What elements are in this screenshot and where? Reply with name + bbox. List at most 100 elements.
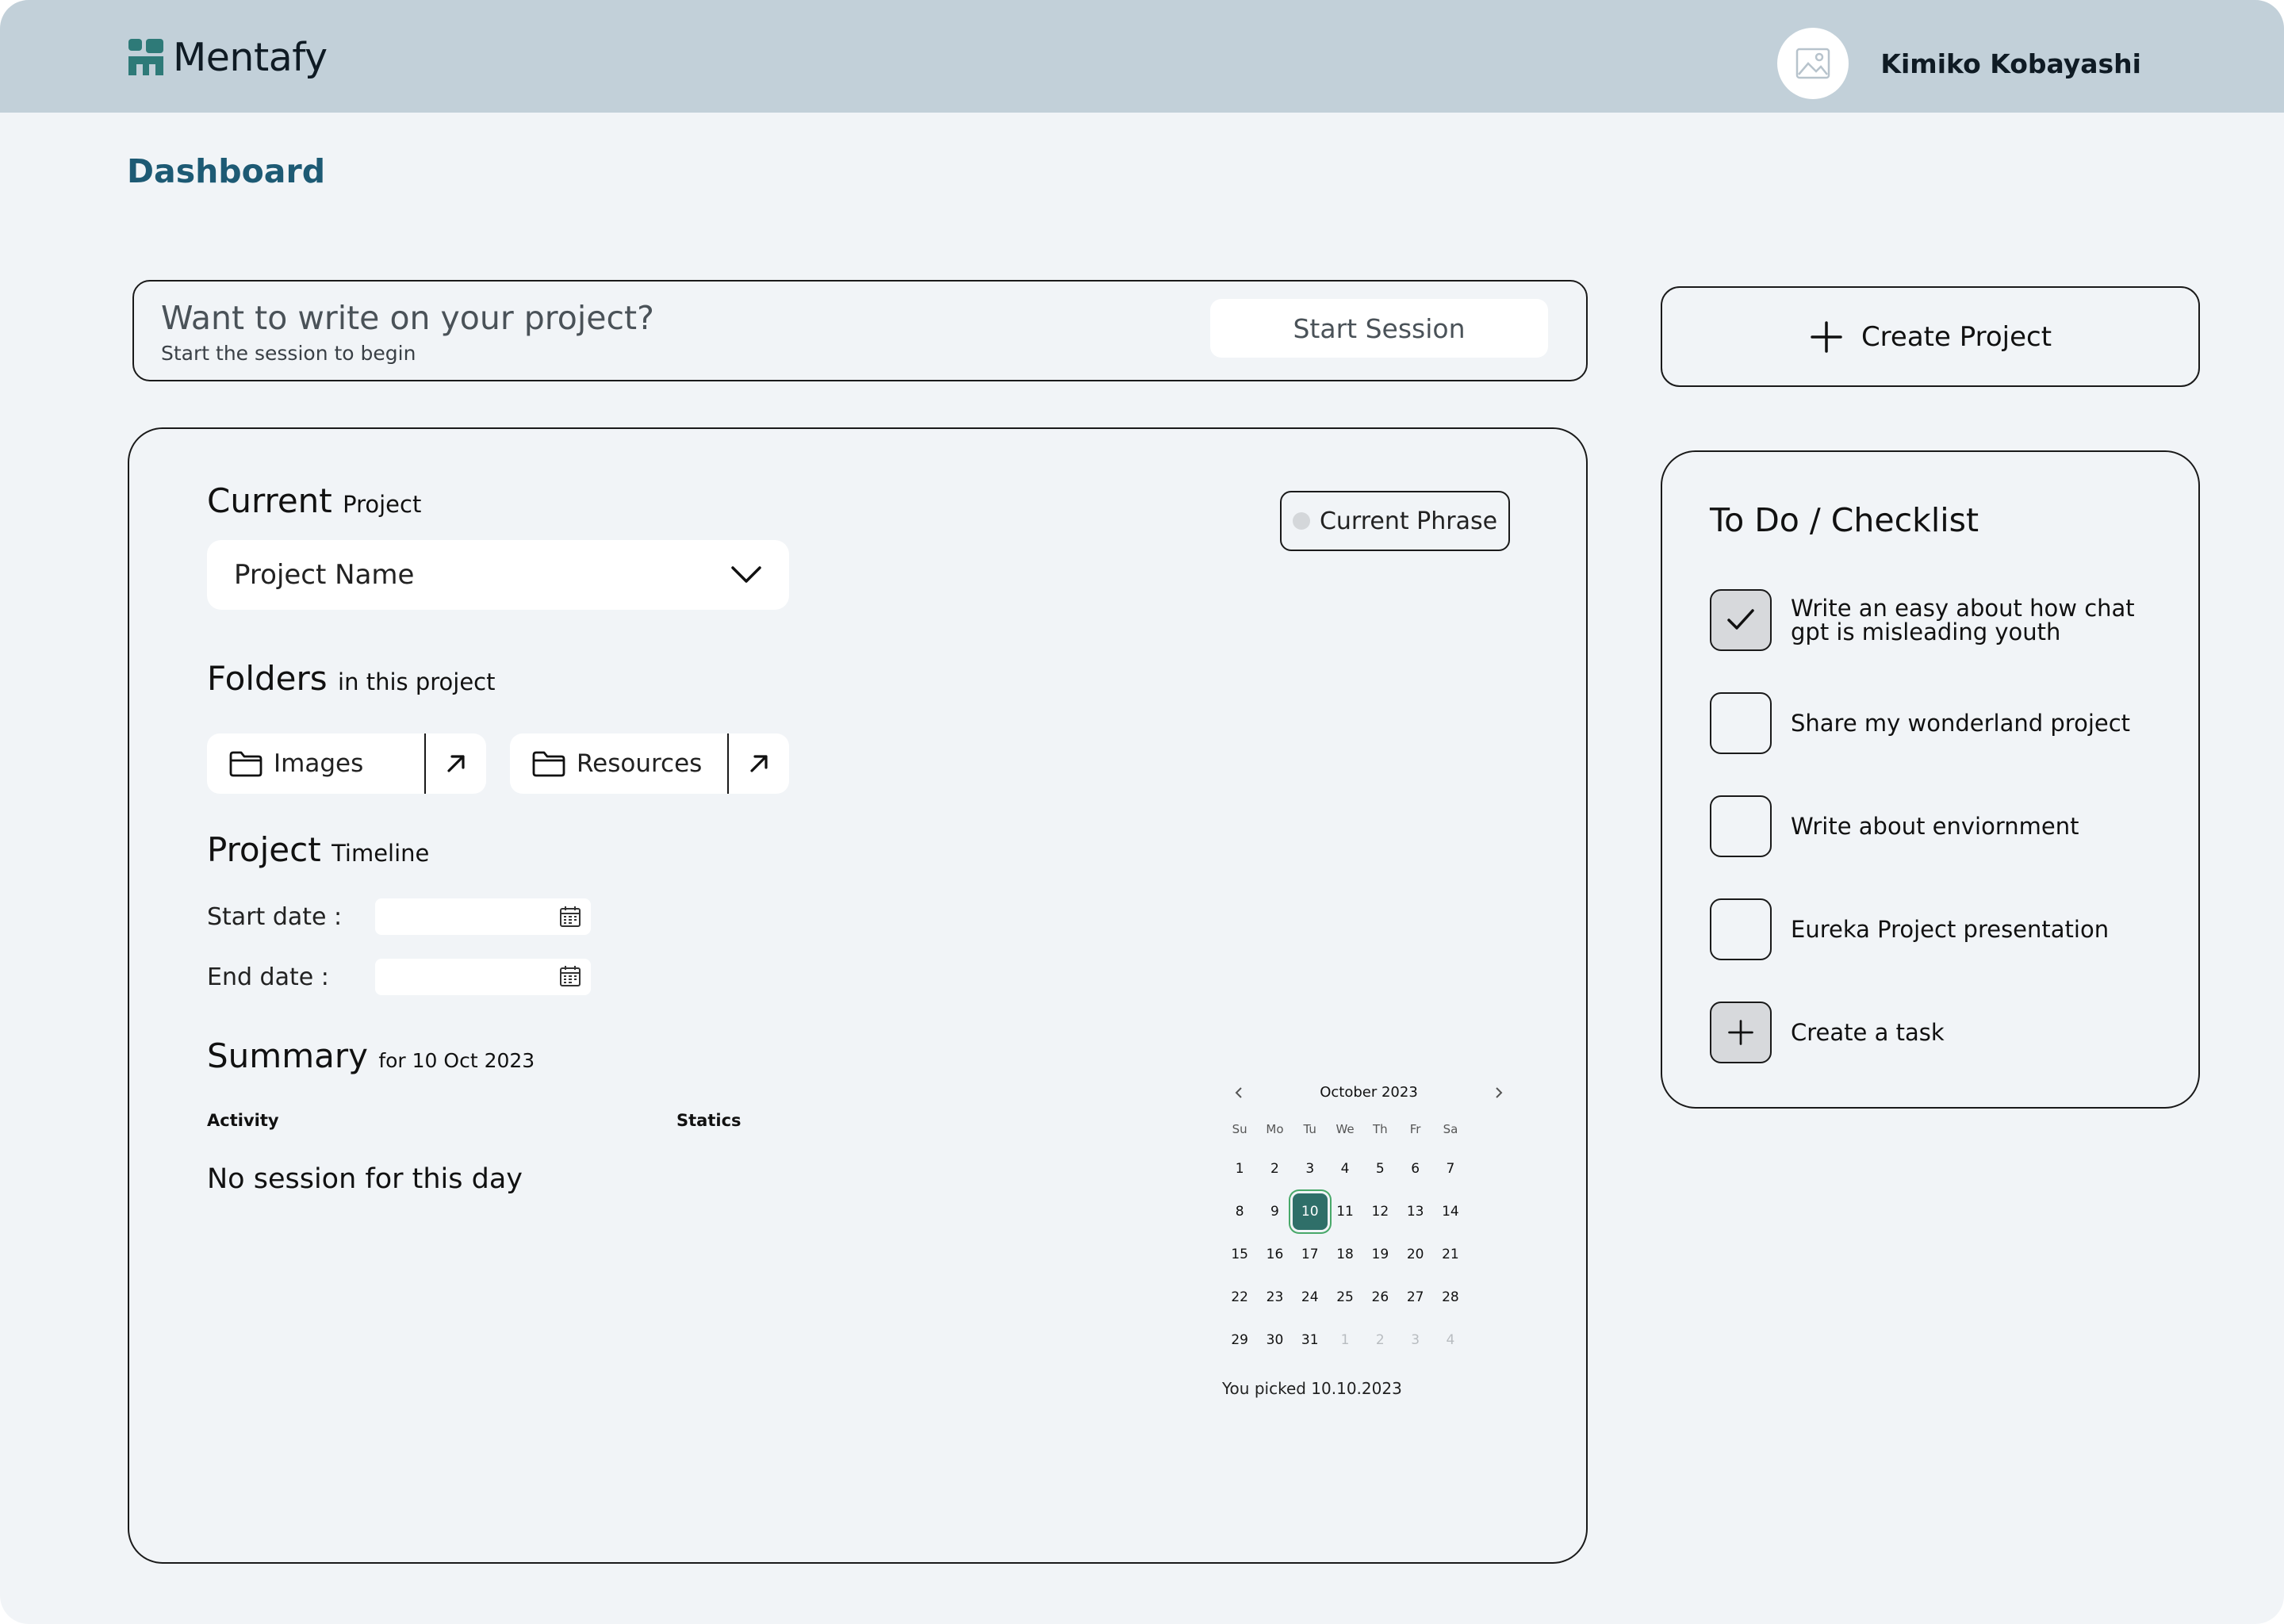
todo-item[interactable]: Write an easy about how chat gpt is misl… xyxy=(1710,588,2170,652)
calendar-day[interactable]: 11 xyxy=(1328,1190,1362,1233)
calendar-day[interactable]: 20 xyxy=(1397,1233,1432,1276)
calendar-day[interactable]: 3 xyxy=(1293,1147,1328,1190)
calendar-day-number: 5 xyxy=(1375,1161,1385,1177)
calendar-day[interactable]: 16 xyxy=(1257,1233,1292,1276)
app-name: Mentafy xyxy=(173,34,328,80)
calendar-day[interactable]: 1 xyxy=(1222,1147,1257,1190)
current-phrase-chip[interactable]: Current Phrase xyxy=(1280,491,1510,551)
calendar-day[interactable]: 26 xyxy=(1362,1276,1397,1319)
calendar-day-number: 23 xyxy=(1266,1289,1284,1305)
todo-checkbox[interactable] xyxy=(1710,589,1772,651)
calendar-day[interactable]: 23 xyxy=(1257,1276,1292,1319)
calendar-day[interactable]: 7 xyxy=(1433,1147,1468,1190)
open-folder-button[interactable] xyxy=(426,733,486,794)
create-project-button[interactable]: Create Project xyxy=(1661,286,2200,387)
folder-icon xyxy=(532,751,565,777)
calendar-day-number: 29 xyxy=(1231,1332,1248,1348)
calendar-day[interactable]: 21 xyxy=(1433,1233,1468,1276)
todo-item-label: Write an easy about how chat gpt is misl… xyxy=(1791,595,2135,645)
calendar-day-number: 2 xyxy=(1270,1161,1279,1177)
calendar-day-number: 15 xyxy=(1231,1247,1248,1262)
calendar-day-number: 22 xyxy=(1231,1289,1248,1305)
calendar-day[interactable]: 3 xyxy=(1397,1319,1432,1362)
calendar-day[interactable]: 2 xyxy=(1362,1319,1397,1362)
summary-heading: Summary for 10 Oct 2023 xyxy=(207,1036,535,1075)
folder-resources-link[interactable]: Resources xyxy=(510,733,702,794)
todo-item-label: Share my wonderland project xyxy=(1791,710,2131,737)
image-placeholder-icon xyxy=(1796,48,1830,79)
top-bar: Mentafy Kimiko Kobayashi xyxy=(0,0,2284,113)
calendar-day[interactable]: 27 xyxy=(1397,1276,1432,1319)
calendar-day-number: 30 xyxy=(1266,1332,1284,1348)
folder-resources[interactable]: Resources xyxy=(510,733,789,794)
calendar-day-number: 16 xyxy=(1266,1247,1284,1262)
app-window: Mentafy Kimiko Kobayashi Dashboard Want … xyxy=(0,0,2284,1624)
calendar-day[interactable]: 1 xyxy=(1328,1319,1362,1362)
calendar-day[interactable]: 15 xyxy=(1222,1233,1257,1276)
calendar-day[interactable]: 2 xyxy=(1257,1147,1292,1190)
folder-images-link[interactable]: Images xyxy=(207,733,363,794)
calendar-day-number: 28 xyxy=(1442,1289,1459,1305)
start-session-button[interactable]: Start Session xyxy=(1210,299,1548,358)
calendar-day[interactable]: 18 xyxy=(1328,1233,1362,1276)
calendar-day[interactable]: 31 xyxy=(1293,1319,1328,1362)
calendar-day[interactable]: 28 xyxy=(1433,1276,1468,1319)
calendar-day-number: 4 xyxy=(1340,1161,1350,1177)
calendar-day[interactable]: 9 xyxy=(1257,1190,1292,1233)
calendar-day[interactable]: 6 xyxy=(1397,1147,1432,1190)
calendar-day[interactable]: 4 xyxy=(1328,1147,1362,1190)
user-profile[interactable]: Kimiko Kobayashi xyxy=(1777,28,2141,99)
date-picker: October 2023 Su Mo Tu We Th Fr Sa 1 2 3 4 5 6 7 8 9 10 11… xyxy=(1222,1079,1516,1398)
calendar-day[interactable]: 30 xyxy=(1257,1319,1292,1362)
calendar-day[interactable]: 19 xyxy=(1362,1233,1397,1276)
folder-label: Resources xyxy=(577,749,703,778)
calendar-day[interactable]: 12 xyxy=(1362,1190,1397,1233)
calendar-day[interactable]: 13 xyxy=(1397,1190,1432,1233)
avatar[interactable] xyxy=(1777,28,1849,99)
phrase-status-dot xyxy=(1292,512,1310,530)
calendar-icon[interactable] xyxy=(559,965,581,987)
app-logo[interactable]: Mentafy xyxy=(127,32,328,82)
todo-item[interactable]: Write about enviornment xyxy=(1710,795,2170,858)
open-folder-button[interactable] xyxy=(729,733,789,794)
todo-item[interactable]: Share my wonderland project xyxy=(1710,691,2170,755)
empty-summary-message: No session for this day xyxy=(207,1163,523,1195)
calendar-day-number: 8 xyxy=(1235,1204,1244,1220)
calendar-header: October 2023 xyxy=(1222,1079,1516,1111)
calendar-day[interactable]: 29 xyxy=(1222,1319,1257,1362)
session-subtitle: Start the session to begin xyxy=(161,342,416,365)
calendar-day-number: 14 xyxy=(1442,1204,1459,1220)
calendar-day-selected[interactable]: 10 xyxy=(1292,1190,1328,1233)
calendar-day-number: 19 xyxy=(1371,1247,1389,1262)
folder-images[interactable]: Images xyxy=(207,733,486,794)
create-task-button[interactable]: Create a task xyxy=(1710,1001,2170,1064)
calendar-day[interactable]: 5 xyxy=(1362,1147,1397,1190)
calendar-day[interactable]: 25 xyxy=(1328,1276,1362,1319)
calendar-day[interactable]: 17 xyxy=(1293,1233,1328,1276)
todo-checkbox[interactable] xyxy=(1710,795,1772,857)
calendar-day[interactable]: 24 xyxy=(1293,1276,1328,1319)
next-month-button[interactable] xyxy=(1487,1081,1511,1105)
create-task-box[interactable] xyxy=(1710,1002,1772,1063)
todo-item[interactable]: Eureka Project presentation xyxy=(1710,898,2170,961)
calendar-day-number: 12 xyxy=(1371,1204,1389,1220)
calendar-picked-text: You picked 10.10.2023 xyxy=(1222,1379,1402,1398)
summary-heading-small: for 10 Oct 2023 xyxy=(378,1049,535,1072)
calendar-day[interactable]: 4 xyxy=(1433,1319,1468,1362)
todo-checkbox[interactable] xyxy=(1710,898,1772,960)
todo-checkbox[interactable] xyxy=(1710,692,1772,754)
calendar-day-number: 18 xyxy=(1336,1247,1354,1262)
plus-icon xyxy=(1728,1020,1753,1045)
calendar-day[interactable]: 8 xyxy=(1222,1190,1257,1233)
arrow-up-right-icon xyxy=(750,755,768,772)
current-project-heading-main: Current xyxy=(207,481,332,520)
calendar-day[interactable]: 14 xyxy=(1433,1190,1468,1233)
calendar-weekday: Su xyxy=(1232,1122,1247,1136)
calendar-day-number: 11 xyxy=(1336,1204,1354,1220)
calendar-icon[interactable] xyxy=(559,906,581,928)
project-select[interactable]: Project Name xyxy=(207,540,789,610)
calendar-day[interactable]: 22 xyxy=(1222,1276,1257,1319)
project-select-value: Project Name xyxy=(234,559,415,591)
todo-item-label: Write about enviornment xyxy=(1791,813,2079,840)
session-title: Want to write on your project? xyxy=(161,299,654,337)
